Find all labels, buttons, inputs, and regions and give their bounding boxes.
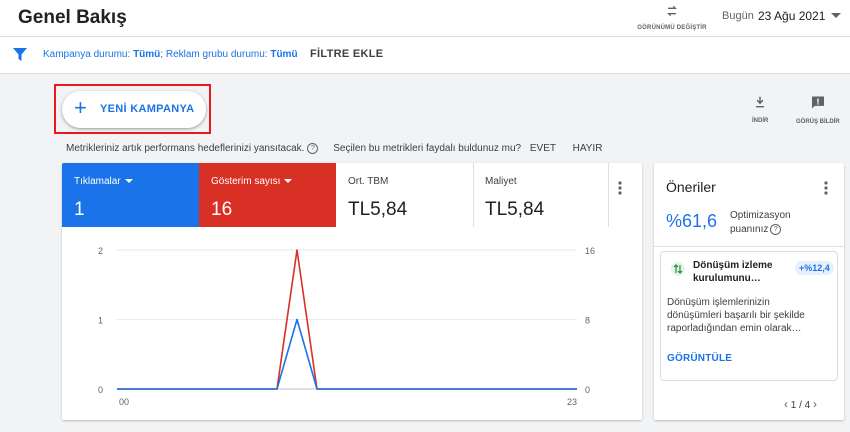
metric-tile-value: TL5,84: [485, 199, 545, 220]
metric-tile-impressions[interactable]: Gösterim sayısı 16: [199, 163, 336, 227]
feedback-button[interactable]: GÖRÜŞ BİLDİR: [796, 95, 840, 125]
date-dropdown-icon[interactable]: [831, 13, 841, 18]
metric-tile-clicks[interactable]: Tıklamalar 1: [62, 163, 199, 227]
recommendation-description: Dönüşüm işlemlerinizin dönüşümleri başar…: [667, 297, 805, 334]
new-campaign-button[interactable]: + YENİ KAMPANYA: [62, 91, 206, 128]
active-filters[interactable]: Kampanya durumu: Tümü; Reklam grubu duru…: [43, 49, 298, 60]
y-tick-label-left: 2: [98, 246, 103, 256]
y-tick-label-right: 8: [585, 316, 590, 326]
metric-tile-value: 1: [74, 199, 85, 220]
download-button[interactable]: İNDİR: [752, 95, 768, 124]
conversion-tracking-icon: [671, 262, 685, 276]
metrics-note-text: Metrikleriniz artık performans hedefleri…: [66, 143, 305, 155]
metric-tile-label: Tıklamalar: [74, 176, 133, 187]
divider: [654, 246, 844, 247]
optimization-score: %61,6: [666, 211, 718, 231]
date-range-label: Bugün: [722, 10, 754, 22]
metric-tile-cost[interactable]: Maliyet TL5,84: [473, 163, 609, 227]
metrics-note: Metrikleriniz artık performans hedefleri…: [66, 143, 602, 154]
swap-icon: [667, 5, 677, 17]
adgroup-status-label: Reklam grubu durumu:: [165, 49, 268, 60]
recommendation-item[interactable]: Dönüşüm izleme kurulumunu… +%12,4 Dönüşü…: [660, 251, 838, 381]
plus-icon: +: [74, 95, 87, 120]
metric-tile-value: TL5,84: [348, 199, 408, 220]
campaign-status-label: Kampanya durumu:: [43, 49, 131, 60]
change-view-label: GÖRÜNÜMÜ DEĞİŞTİR: [637, 25, 707, 31]
series-line-clicks: [117, 318, 577, 390]
caret-down-icon: [124, 179, 133, 184]
y-tick-label-right: 16: [585, 246, 595, 256]
impressions-label: Gösterim sayısı: [211, 176, 281, 187]
yes-button[interactable]: EVET: [530, 143, 556, 154]
add-filter-button[interactable]: FİLTRE EKLE: [310, 48, 383, 60]
view-button[interactable]: GÖRÜNTÜLE: [667, 353, 732, 364]
feedback-label: GÖRÜŞ BİLDİR: [796, 119, 840, 125]
metric-tile-label: Gösterim sayısı: [211, 176, 293, 187]
x-tick-label: 00: [119, 397, 129, 407]
y-tick-label-left: 0: [98, 385, 103, 395]
metric-tile-label: Maliyet: [485, 176, 517, 187]
filter-bar: Kampanya durumu: Tümü; Reklam grubu duru…: [0, 37, 850, 74]
date-range-value[interactable]: 23 Ağu 2021: [758, 9, 825, 23]
adgroup-status-value: Tümü: [270, 49, 298, 60]
uplift-badge: +%12,4: [795, 261, 834, 275]
performance-chart-card: Tıklamalar 1 Gösterim sayısı 16 Ort. TBM…: [62, 163, 642, 420]
metrics-question: Seçilen bu metrikleri faydalı buldunuz m…: [333, 143, 522, 155]
more-vert-icon[interactable]: [618, 181, 622, 195]
score-label-text: Optimizasyon puanınız: [730, 210, 791, 235]
new-campaign-label: YENİ KAMPANYA: [100, 103, 195, 115]
caret-down-icon: [284, 179, 293, 184]
x-tick-label: 23: [567, 397, 577, 407]
more-vert-icon[interactable]: [824, 181, 828, 195]
chevron-left-icon[interactable]: ‹: [784, 397, 788, 411]
y-tick-label-left: 1: [98, 316, 103, 326]
arrows-up-down-icon: [673, 264, 683, 274]
recommendations-card: Öneriler %61,6 Optimizasyon puanınız? Dö…: [654, 163, 844, 420]
metric-tile-label: Ort. TBM: [348, 176, 389, 187]
filter-icon[interactable]: [13, 48, 27, 61]
pager: ‹ 1 / 4 ›: [784, 397, 817, 411]
help-icon[interactable]: ?: [307, 143, 319, 154]
download-label: İNDİR: [752, 118, 769, 124]
page-title: Genel Bakış: [18, 7, 127, 28]
pager-text: 1 / 4: [790, 400, 811, 411]
metric-tile-avg-cpc[interactable]: Ort. TBM TL5,84: [336, 163, 474, 227]
recommendation-title: Dönüşüm izleme kurulumunu…: [693, 260, 773, 284]
recommendations-title: Öneriler: [666, 179, 716, 195]
chevron-right-icon[interactable]: ›: [813, 397, 817, 411]
campaign-status-value: Tümü: [133, 49, 161, 60]
top-bar: Genel Bakış GÖRÜNÜMÜ DEĞİŞTİR Bugün 23 A…: [0, 0, 850, 37]
metric-tile-value: 16: [211, 199, 233, 220]
line-chart: 0 1 2 0 8 16 00 23: [98, 246, 595, 407]
help-icon[interactable]: ?: [770, 223, 782, 235]
change-view-button[interactable]: GÖRÜNÜMÜ DEĞİŞTİR: [636, 3, 708, 31]
y-tick-label-right: 0: [585, 385, 590, 395]
clicks-label: Tıklamalar: [74, 176, 121, 187]
no-button[interactable]: HAYIR: [573, 143, 603, 154]
optimization-score-label: Optimizasyon puanınız?: [730, 209, 810, 237]
download-icon: [756, 96, 765, 108]
feedback-icon: [811, 96, 824, 109]
